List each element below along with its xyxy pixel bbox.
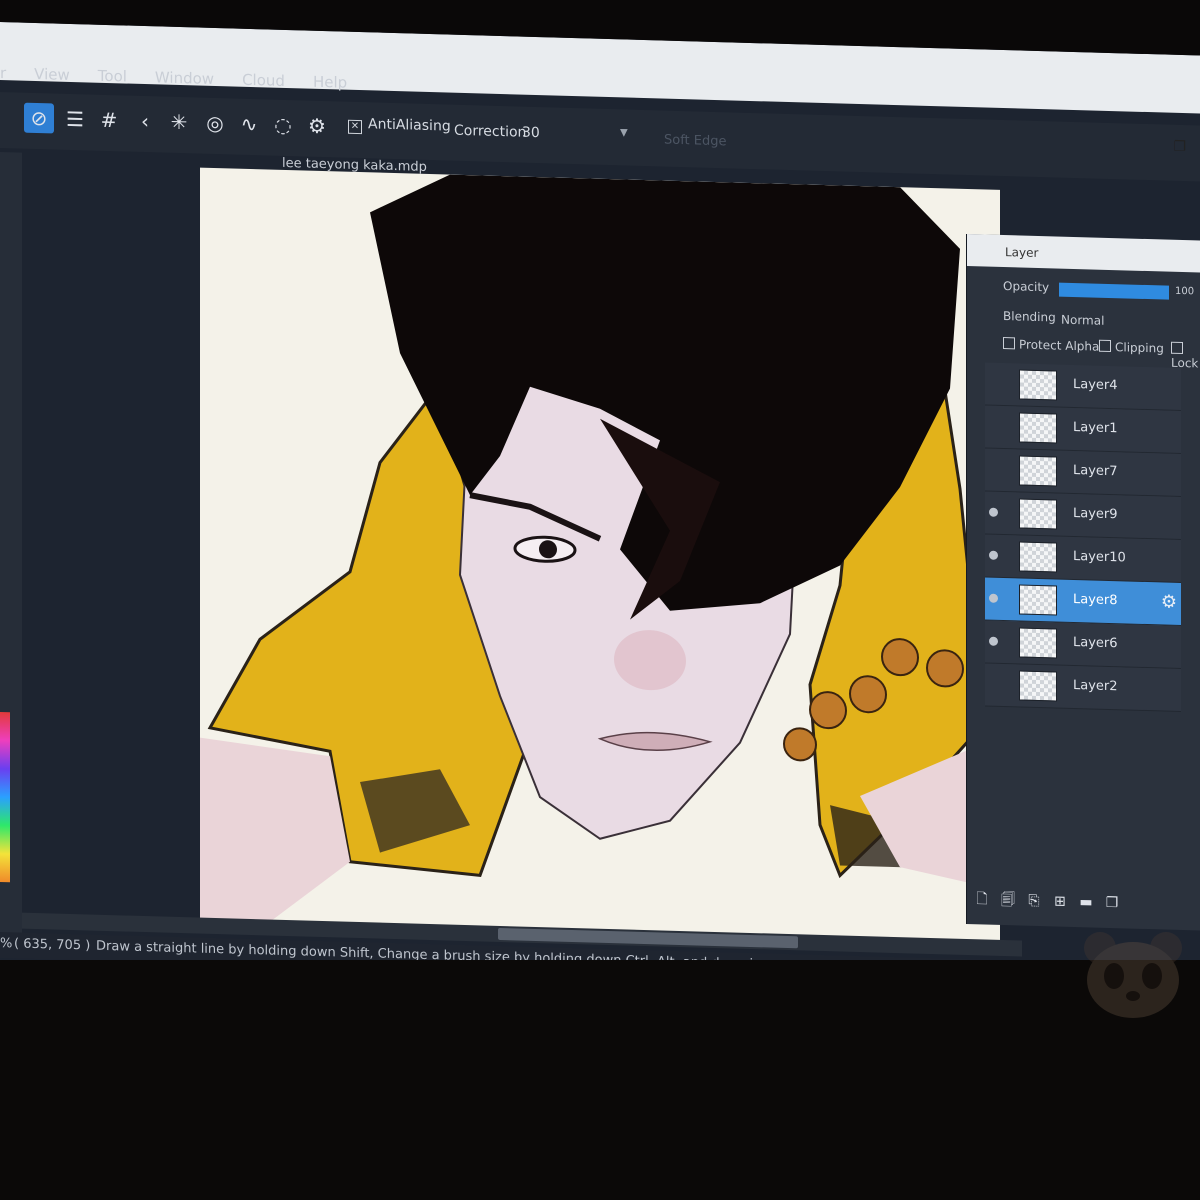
snap-settings-gear-icon[interactable]: ⚙: [302, 110, 332, 141]
layer-thumbnail: [1019, 412, 1057, 444]
window-controls: ❐: [1173, 139, 1186, 155]
new-halftone-layer-icon[interactable]: 🗐: [997, 889, 1019, 912]
new-folder-icon[interactable]: ▬: [1075, 891, 1097, 914]
chevron-down-icon[interactable]: ▼: [620, 127, 628, 138]
opacity-slider-fill: [1059, 282, 1169, 300]
status-zoom: %: [0, 936, 13, 952]
duplicate-layer-icon[interactable]: ❐: [1101, 892, 1123, 915]
correction-label: Correction: [454, 122, 527, 141]
curve-snap-icon[interactable]: ∿: [234, 109, 264, 140]
layer-visibility-icon[interactable]: [989, 636, 998, 646]
monitor-screen: r View Tool Window Cloud Help ⊘ ☰ # ‹ ✳ …: [0, 22, 1200, 1004]
layer-thumbnail: [1019, 498, 1057, 530]
layer-settings-gear-icon[interactable]: ⚙: [1161, 591, 1177, 612]
opacity-value: 100: [1175, 285, 1195, 298]
clipping-label: Clipping: [1115, 340, 1164, 356]
layer-visibility-icon[interactable]: [989, 593, 998, 603]
clipping-checkbox[interactable]: Clipping: [1099, 339, 1164, 356]
panda-watermark-icon: [1084, 932, 1182, 1018]
layer-panel-title: Layer: [1005, 245, 1039, 261]
layer-name: Layer4: [1073, 376, 1118, 394]
checkbox-box: [1003, 337, 1015, 350]
left-tool-panel: [0, 152, 22, 943]
layer-thumbnail: [1019, 627, 1057, 659]
layer-row[interactable]: Layer9: [985, 491, 1181, 540]
layer-name: Layer9: [1073, 505, 1118, 523]
menu-cloud[interactable]: Cloud: [242, 71, 285, 98]
layer-row[interactable]: Layer7: [985, 448, 1181, 497]
layer-row[interactable]: Layer2: [985, 663, 1181, 712]
artwork-stud: [809, 691, 847, 730]
layer-panel: Layer Opacity 100 Blending Normal Protec…: [966, 233, 1200, 931]
new-layer-menu-icon[interactable]: ⊞: [1049, 890, 1071, 913]
layer-visibility-icon[interactable]: [989, 507, 998, 517]
menu-tool[interactable]: Tool: [98, 67, 127, 94]
radial-snap-icon[interactable]: ✳: [164, 107, 194, 138]
opacity-label: Opacity: [1003, 279, 1050, 295]
menu-help[interactable]: Help: [313, 73, 347, 100]
artwork-stud: [849, 675, 887, 714]
parallel-snap-icon[interactable]: ☰: [60, 104, 90, 135]
monitor-bezel: [0, 960, 1200, 1200]
artwork-left-shoulder: [200, 737, 350, 930]
antialiasing-checkbox[interactable]: ✕: [348, 119, 362, 135]
layer-name: Layer6: [1073, 634, 1118, 652]
artwork-stud: [926, 649, 964, 688]
lock-checkbox[interactable]: Lock: [1171, 341, 1200, 371]
vanishing-point-icon[interactable]: ‹: [130, 106, 160, 137]
layer-row[interactable]: Layer10: [985, 534, 1181, 583]
new-layer-icon[interactable]: 🗋: [971, 888, 993, 911]
checkbox-box: [1099, 339, 1111, 353]
layer-panel-header: Layer: [967, 234, 1200, 273]
circle-snap-icon[interactable]: ◌: [268, 109, 298, 140]
blending-mode-select[interactable]: Normal: [1061, 313, 1104, 328]
correction-value[interactable]: 30: [522, 125, 540, 141]
artwork-stud: [881, 638, 919, 677]
layer-thumbnail: [1019, 584, 1057, 616]
status-cursor-coords: ( 635, 705 ): [14, 936, 91, 954]
layer-thumbnail: [1019, 369, 1057, 401]
layer-row[interactable]: Layer1: [985, 405, 1181, 454]
checkbox-box: [1171, 341, 1183, 355]
layer-row[interactable]: Layer8 ⚙: [985, 577, 1181, 626]
protect-alpha-label: Protect Alpha: [1019, 337, 1100, 354]
layer-list: Layer4 Layer1 Layer7 Layer9 Layer10 Layer8 ⚙ La…: [985, 362, 1181, 712]
layer-thumbnail: [1019, 541, 1057, 573]
grid-snap-icon[interactable]: #: [94, 105, 124, 136]
protect-alpha-checkbox[interactable]: Protect Alpha: [1003, 337, 1099, 354]
layer-name: Layer2: [1073, 677, 1118, 695]
layer-row[interactable]: Layer4: [985, 362, 1181, 411]
layer-thumbnail: [1019, 670, 1057, 702]
layer-name: Layer1: [1073, 419, 1118, 437]
menu-window[interactable]: Window: [155, 68, 214, 96]
artwork-illustration: [200, 174, 1000, 930]
artwork-stud: [783, 727, 817, 762]
layer-row[interactable]: Layer6: [985, 620, 1181, 669]
new-1bit-layer-icon[interactable]: ⎘: [1023, 890, 1045, 913]
color-palette-strip[interactable]: [0, 712, 10, 883]
menu-file-partial[interactable]: r: [0, 64, 6, 90]
layer-name: Layer8: [1073, 591, 1118, 609]
antialiasing-label: AntiAliasing: [368, 116, 451, 135]
opacity-slider[interactable]: [1059, 282, 1169, 300]
layer-panel-footer: 🗋 🗐 ⎘ ⊞ ▬ ❐: [967, 882, 1200, 923]
restore-window-icon[interactable]: ❐: [1173, 139, 1186, 155]
layer-visibility-icon[interactable]: [989, 550, 998, 560]
concentric-snap-icon[interactable]: ◎: [200, 108, 230, 139]
soft-edge-label[interactable]: Soft Edge: [664, 133, 727, 150]
menu-view[interactable]: View: [34, 65, 70, 92]
blending-label: Blending: [1003, 309, 1056, 325]
layer-thumbnail: [1019, 455, 1057, 487]
layer-name: Layer7: [1073, 462, 1118, 480]
layer-name: Layer10: [1073, 548, 1126, 566]
drawing-canvas[interactable]: [200, 167, 1000, 950]
snap-off-icon[interactable]: ⊘: [24, 102, 54, 134]
